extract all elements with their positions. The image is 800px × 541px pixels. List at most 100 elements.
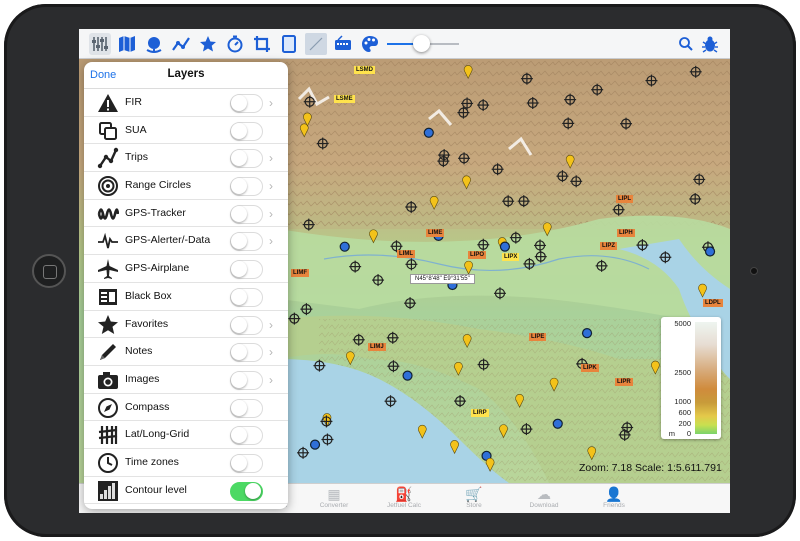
home-button[interactable] — [32, 254, 66, 288]
toggle-knob — [231, 371, 247, 388]
airport-label[interactable]: LIRP — [471, 409, 489, 417]
tab-jetfuel-calc[interactable]: ⛽ Jetfuel Calc — [369, 486, 439, 509]
airport-label[interactable]: LIMF — [291, 269, 309, 277]
layer-label: Contour level — [125, 483, 187, 496]
star-icon[interactable] — [197, 33, 219, 55]
waypoint-marker[interactable] — [309, 439, 321, 450]
chevron-right-icon[interactable]: › — [269, 373, 273, 387]
legend-value: 2500 — [674, 368, 691, 377]
airport-label[interactable]: LIPO — [468, 251, 487, 259]
tab-label: Store — [466, 502, 482, 509]
airport-label[interactable]: LIPK — [581, 364, 599, 372]
slider-knob[interactable] — [413, 35, 430, 52]
airport-label[interactable]: LIPR — [615, 378, 633, 386]
legend-value: 600 — [678, 408, 691, 417]
palette-icon[interactable] — [359, 33, 381, 55]
map-icon[interactable] — [116, 33, 138, 55]
layers-title: Layers — [167, 68, 205, 80]
gps-tracker-icon — [96, 203, 120, 225]
layer-row-gps-airplane[interactable]: GPS-Airplane — [84, 255, 288, 283]
waypoint-marker[interactable] — [423, 127, 434, 138]
layer-row-sua[interactable]: SUA — [84, 117, 288, 145]
layer-row-notes[interactable]: Notes › — [84, 338, 288, 366]
layer-toggle[interactable] — [230, 204, 263, 224]
elevation-legend: 5000 2500 1000 600 200 0 m — [661, 317, 721, 439]
layer-toggle[interactable] — [230, 287, 263, 307]
star-icon — [96, 314, 120, 336]
layer-toggle[interactable] — [230, 315, 263, 335]
layer-row-fir[interactable]: FIR › — [84, 89, 288, 117]
airport-label[interactable]: LIML — [397, 250, 415, 258]
airport-label[interactable]: LDPL — [703, 299, 723, 307]
layer-toggle[interactable] — [230, 453, 263, 473]
toggle-knob — [231, 122, 247, 139]
chevron-right-icon[interactable]: › — [269, 345, 273, 359]
layer-row-black-box[interactable]: Black Box — [84, 283, 288, 311]
crop-icon[interactable] — [251, 33, 273, 55]
waypoint-marker[interactable] — [499, 241, 511, 252]
airport-label[interactable]: LIPE — [529, 333, 547, 341]
layer-row-range-circles[interactable]: Range Circles › — [84, 172, 288, 200]
airport-label[interactable]: LSMD — [354, 66, 375, 74]
layer-toggle[interactable] — [230, 121, 263, 141]
layer-toggle[interactable] — [230, 260, 263, 280]
airport-label[interactable]: LIMJ — [368, 343, 386, 351]
chevron-right-icon[interactable]: › — [269, 207, 273, 221]
tab-friends[interactable]: 👤 Friends — [579, 486, 649, 509]
range-circles-icon — [96, 175, 120, 197]
waypoint-marker[interactable] — [552, 418, 563, 429]
layer-row-images[interactable]: Images › — [84, 366, 288, 394]
friends-icon: 👤 — [605, 486, 623, 502]
layer-row-trips[interactable]: Trips › — [84, 144, 288, 173]
layer-toggle[interactable] — [230, 232, 263, 252]
layer-toggle[interactable] — [230, 426, 263, 446]
airport-label[interactable]: LIPZ — [600, 242, 617, 250]
bug-icon[interactable] — [699, 33, 721, 55]
airport-label[interactable]: LIPH — [617, 229, 635, 237]
layer-toggle[interactable] — [230, 149, 263, 169]
chevron-right-icon[interactable]: › — [269, 318, 273, 332]
layer-row-gps-tracker[interactable]: GPS-Tracker › — [84, 200, 288, 228]
waypoint-marker[interactable] — [581, 328, 593, 339]
airport-label[interactable]: LIME — [426, 229, 445, 237]
layer-row-contour-level[interactable]: Contour level — [84, 477, 288, 505]
layer-toggle[interactable] — [230, 370, 263, 390]
layer-toggle[interactable] — [230, 177, 263, 197]
tab-converter[interactable]: ▦ Converter — [299, 486, 369, 509]
legend-value: 0 — [686, 429, 691, 438]
chevron-right-icon[interactable]: › — [269, 151, 273, 165]
timer-icon[interactable] — [224, 33, 246, 55]
chevron-right-icon[interactable]: › — [269, 179, 273, 193]
route-icon[interactable] — [170, 33, 192, 55]
layer-row-compass[interactable]: Compass — [84, 394, 288, 422]
compass-needle-icon[interactable] — [305, 33, 327, 55]
search-icon[interactable] — [675, 33, 697, 55]
chevron-right-icon[interactable]: › — [269, 234, 273, 248]
chevron-right-icon[interactable]: › — [269, 96, 273, 110]
layer-label: Favorites — [125, 317, 169, 330]
layer-row-lat-long-grid[interactable]: Lat/Long-Grid — [84, 421, 288, 449]
tab-download[interactable]: ☁ Download — [509, 486, 579, 509]
tablet-icon[interactable] — [278, 33, 300, 55]
waypoint-marker[interactable] — [402, 370, 413, 381]
layer-toggle[interactable] — [230, 343, 263, 363]
grid-icon — [96, 424, 120, 446]
airport-label[interactable]: LSME — [334, 95, 355, 103]
airport-label[interactable]: LIPL — [616, 195, 633, 203]
waypoint-marker[interactable] — [339, 241, 350, 252]
radio-icon[interactable] — [332, 33, 354, 55]
elevation-gradient-bar — [695, 322, 717, 434]
layer-row-gps-alerter-data[interactable]: GPS-Alerter/-Data › — [84, 227, 288, 256]
layer-toggle[interactable] — [230, 94, 263, 113]
opacity-slider[interactable] — [387, 35, 459, 52]
layer-toggle[interactable] — [230, 398, 263, 418]
layer-row-time-zones[interactable]: Time zones — [84, 449, 288, 477]
waypoint-marker[interactable] — [704, 246, 716, 257]
globe-icon[interactable] — [143, 33, 165, 55]
layer-row-favorites[interactable]: Favorites › — [84, 311, 288, 339]
layers-popover: Done Layers FIR › SUA Trips › Range Circles › G… — [84, 62, 288, 509]
airport-label[interactable]: LIPX — [502, 253, 520, 261]
tab-store[interactable]: 🛒 Store — [439, 486, 509, 509]
layers-settings-icon[interactable] — [89, 33, 111, 55]
layer-toggle[interactable] — [230, 481, 263, 501]
